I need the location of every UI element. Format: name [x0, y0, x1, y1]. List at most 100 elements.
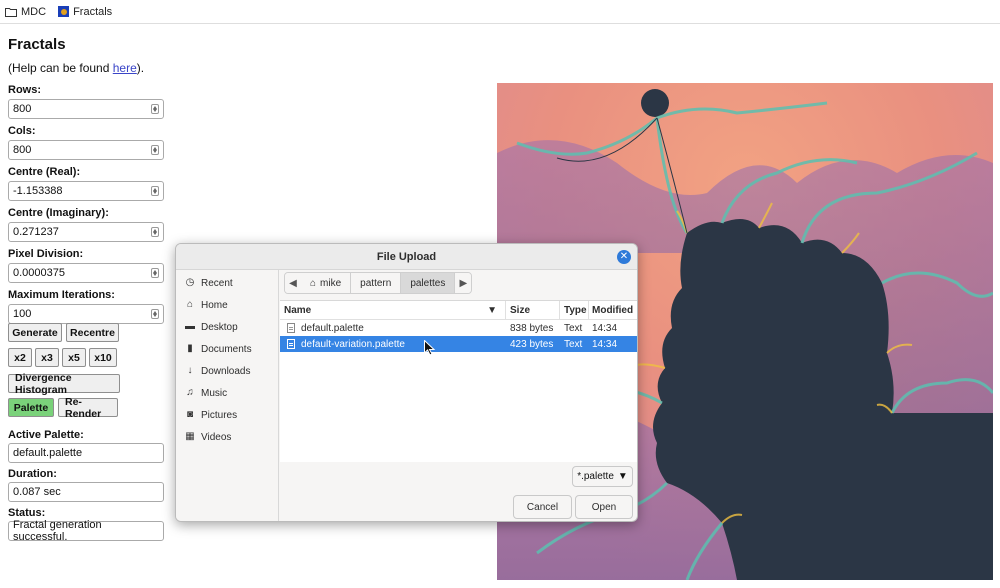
help-link[interactable]: here — [113, 61, 137, 75]
file-row-selected[interactable]: default-variation.palette 423 bytes Text… — [280, 336, 637, 352]
cols-label: Cols: — [8, 125, 36, 137]
place-documents[interactable]: ▮ Documents — [176, 338, 278, 360]
max-iterations-value: 100 — [13, 308, 32, 320]
file-size: 838 bytes — [510, 322, 554, 334]
path-seg-pattern[interactable]: pattern — [351, 273, 402, 293]
desktop-icon: ▬ — [185, 321, 195, 332]
close-icon[interactable]: ✕ — [617, 250, 631, 264]
filter-label: *.palette — [577, 471, 614, 482]
file-type: Text — [564, 322, 583, 334]
file-upload-dialog: File Upload ✕ ◷ Recent ⌂ Home ▬ Desktop ▮ Do… — [175, 243, 638, 522]
file-modified: 14:34 — [592, 322, 618, 334]
column-modified[interactable]: Modified — [589, 301, 637, 319]
breadcrumb-label: MDC — [21, 5, 47, 18]
place-label: Videos — [201, 431, 232, 443]
divergence-histogram-button[interactable]: Divergence Histogram — [8, 372, 120, 396]
breadcrumb-item-mdc[interactable]: MDC — [5, 6, 46, 18]
path-seg-palettes[interactable]: palettes — [401, 273, 456, 293]
spinner-icon[interactable] — [151, 227, 159, 237]
place-home[interactable]: ⌂ Home — [176, 294, 278, 316]
file-type: Text — [564, 338, 583, 350]
film-icon: ▦ — [185, 431, 195, 442]
open-button[interactable]: Open — [575, 495, 633, 519]
file-filter-dropdown[interactable]: *.palette ▼ — [572, 466, 633, 487]
duration-label: Duration: — [8, 468, 57, 480]
path-forward-button[interactable]: ▶ — [455, 273, 472, 293]
column-name[interactable]: Name ▼ — [280, 301, 506, 319]
palette-button[interactable]: Palette — [8, 398, 54, 417]
music-icon: ♫ — [186, 387, 194, 398]
centre-imag-label: Centre (Imaginary): — [8, 207, 109, 219]
file-icon — [287, 339, 295, 349]
rerender-button[interactable]: Re-Render — [58, 396, 118, 420]
rows-value: 800 — [13, 103, 32, 115]
file-list-header: Name ▼ Size Type Modified — [280, 301, 637, 320]
place-label: Downloads — [201, 365, 251, 377]
mouse-cursor-icon — [424, 340, 436, 356]
pixel-division-label: Pixel Division: — [8, 248, 84, 260]
zoom-x2-button[interactable]: x2 — [8, 348, 32, 367]
rows-label: Rows: — [8, 84, 41, 96]
max-iterations-input[interactable]: 100 — [8, 304, 164, 324]
recentre-button[interactable]: Recentre — [66, 323, 119, 342]
column-type[interactable]: Type — [560, 301, 589, 319]
document-icon: ▮ — [187, 343, 193, 354]
fractal-form: Rows: 800 Cols: 800 Centre (Real): -1.15… — [8, 84, 168, 330]
path-label: mike — [320, 277, 342, 289]
centre-real-input[interactable]: -1.153388 — [8, 181, 164, 201]
spinner-icon[interactable] — [151, 309, 159, 319]
help-suffix: ). — [136, 61, 145, 75]
place-videos[interactable]: ▦ Videos — [176, 426, 278, 448]
file-row[interactable]: default.palette 838 bytes Text 14:34 — [280, 320, 637, 336]
generate-button[interactable]: Generate — [8, 323, 62, 342]
place-label: Home — [201, 299, 228, 311]
rows-input[interactable]: 800 — [8, 99, 164, 119]
spinner-icon[interactable] — [151, 145, 159, 155]
place-label: Pictures — [201, 409, 238, 421]
places-sidebar: ◷ Recent ⌂ Home ▬ Desktop ▮ Documents ↓ Downl… — [176, 270, 279, 521]
column-size[interactable]: Size — [506, 301, 560, 319]
place-label: Recent — [201, 277, 233, 289]
camera-icon: ◙ — [186, 409, 194, 420]
place-recent[interactable]: ◷ Recent — [176, 272, 278, 294]
max-iterations-label: Maximum Iterations: — [8, 289, 115, 301]
place-label: Desktop — [201, 321, 238, 333]
pixel-division-value: 0.0000375 — [13, 267, 65, 279]
place-music[interactable]: ♫ Music — [176, 382, 278, 404]
clock-icon: ◷ — [185, 277, 195, 288]
home-icon: ⌂ — [186, 299, 194, 310]
page-title: Fractals — [8, 36, 66, 53]
place-downloads[interactable]: ↓ Downloads — [176, 360, 278, 382]
zoom-x10-button[interactable]: x10 — [89, 348, 117, 367]
spinner-icon[interactable] — [151, 104, 159, 114]
centre-imag-input[interactable]: 0.271237 — [8, 222, 164, 242]
file-size: 423 bytes — [510, 338, 554, 350]
zoom-x3-button[interactable]: x3 — [35, 348, 59, 367]
place-pictures[interactable]: ◙ Pictures — [176, 404, 278, 426]
breadcrumb-item-fractals[interactable]: Fractals — [58, 6, 112, 18]
zoom-x5-button[interactable]: x5 — [62, 348, 86, 367]
breadcrumb-label: Fractals — [73, 5, 113, 18]
cols-input[interactable]: 800 — [8, 140, 164, 160]
status-field: Fractal generation successful. — [8, 519, 164, 543]
place-desktop[interactable]: ▬ Desktop — [176, 316, 278, 338]
home-icon: ⌂ — [310, 277, 317, 289]
active-palette-field: default.palette — [8, 443, 164, 463]
centre-imag-value: 0.271237 — [13, 226, 59, 238]
status-label: Status: — [8, 507, 46, 519]
spinner-icon[interactable] — [151, 186, 159, 196]
cols-value: 800 — [13, 144, 32, 156]
path-bar: ◀ ⌂ mike pattern palettes ▶ — [284, 272, 473, 294]
active-palette-label: Active Palette: — [8, 429, 84, 441]
path-back-button[interactable]: ◀ — [285, 273, 301, 293]
file-list: Name ▼ Size Type Modified default.palette… — [280, 300, 637, 462]
place-label: Music — [201, 387, 228, 399]
cancel-button[interactable]: Cancel — [513, 495, 572, 519]
path-seg-mike[interactable]: ⌂ mike — [301, 273, 352, 293]
pixel-division-input[interactable]: 0.0000375 — [8, 263, 164, 283]
duration-field: 0.087 sec — [8, 482, 164, 502]
help-prefix: (Help can be found — [8, 61, 113, 75]
file-name: default-variation.palette — [301, 338, 405, 350]
spinner-icon[interactable] — [151, 268, 159, 278]
download-icon: ↓ — [187, 365, 193, 376]
